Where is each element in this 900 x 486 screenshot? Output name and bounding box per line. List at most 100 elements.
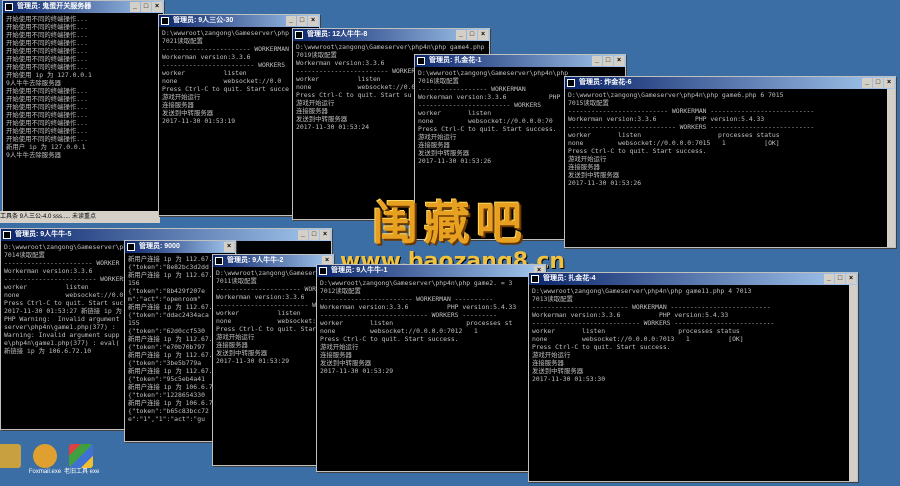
- console-line: 开始使用不同的终端操作...: [6, 15, 88, 23]
- window-title-bar[interactable]: 管理员: 9000 ×: [125, 241, 235, 253]
- window-title-bar[interactable]: 管理员: 扎金花-4 _ □ ×: [529, 273, 857, 285]
- minimize-button[interactable]: _: [824, 274, 834, 284]
- desktop-icon-foxmail[interactable]: Foxmail.exe: [28, 444, 62, 476]
- toolbox-icon: [69, 444, 93, 468]
- desktop-icon-label: Foxmail.exe: [28, 469, 62, 475]
- minimize-button[interactable]: _: [286, 16, 296, 26]
- close-button[interactable]: ×: [152, 2, 162, 12]
- console-line: 7011读取配置: [216, 277, 257, 285]
- window-title-bar[interactable]: 管理员: 炸金花-6 _ □ ×: [565, 77, 895, 89]
- folder-icon: [0, 444, 21, 468]
- window-title: 管理员: 扎金花-4: [543, 275, 596, 282]
- console-icon: [319, 267, 327, 275]
- maximize-button[interactable]: □: [297, 16, 307, 26]
- console-icon: [127, 243, 135, 251]
- console-line: none websocket://0.0.0.0:7012 1: [320, 327, 478, 335]
- console-line: 游戏开始运行: [216, 333, 255, 341]
- maximize-button[interactable]: □: [309, 230, 319, 240]
- console-line: 开始使用不同的终端操作...: [6, 31, 88, 39]
- window-title: 管理员: 9人牛牛-1: [331, 267, 388, 274]
- console-line: 开始使用不同的终端操作...: [6, 111, 88, 119]
- console-line: ------------------------ WORKERMAN -----…: [320, 295, 494, 303]
- scrollbar[interactable]: [887, 89, 895, 247]
- console-line: D:\wwwroot\zangong\Gameserver\php: [216, 269, 334, 277]
- console-window-5[interactable]: 管理员: 炸金花-6 _ □ × D:\wwwroot\zangong\Gameser…: [564, 76, 896, 248]
- console-line: ---------------------------- WORKERS ---…: [320, 311, 497, 319]
- minimize-button[interactable]: _: [862, 78, 872, 88]
- console-line: 2017-11-30 01:53:26: [568, 179, 642, 187]
- console-line: 开始使用不同的终端操作...: [6, 127, 88, 135]
- console-output: D:\wwwroot\zangong\Gameserver\php4n\php …: [317, 277, 545, 377]
- console-line: 发送到中转服务器: [532, 367, 584, 375]
- console-line: D:\wwwroot\zangong\Gameserver\php4n\php …: [568, 91, 784, 99]
- close-button[interactable]: ×: [320, 230, 330, 240]
- console-line: 7012读取配置: [320, 287, 361, 295]
- watermark: 闺藏吧 www.baozang8.cn: [340, 196, 565, 274]
- window-title: 管理员: 9人牛牛-5: [15, 231, 72, 238]
- console-line: 游戏开始运行: [568, 155, 607, 163]
- window-title-bar[interactable]: 管理员: 鬼蛋开关服务器 _ □ ×: [3, 1, 163, 13]
- close-button[interactable]: ×: [478, 30, 488, 40]
- console-icon: [417, 57, 425, 65]
- console-line: 开始使用不同的终端操作...: [6, 87, 88, 95]
- close-button[interactable]: ×: [846, 274, 856, 284]
- maximize-button[interactable]: □: [603, 56, 613, 66]
- console-line: 新用户 ip 为 127.0.0.1: [6, 143, 86, 151]
- maximize-button[interactable]: □: [467, 30, 477, 40]
- console-line: -------------------------- WORKERMAN ---…: [568, 107, 815, 115]
- console-line: 2017-11-30 01:53:30: [532, 375, 606, 383]
- console-line: Press Ctrl-C to quit. Start success.: [568, 147, 707, 155]
- console-line: D:\wwwroot\zangong\Gameserver\php4n\php …: [296, 43, 490, 51]
- console-line: D:\wwwroot\zangong\Gameserver\php4n\php …: [532, 287, 752, 295]
- window-title: 管理员: 9000: [139, 243, 180, 250]
- console-line: none websocket://0.0.0.0:7013 1 [OK]: [532, 335, 744, 343]
- console-line: ---------------------- WORKERMAN: [216, 285, 334, 293]
- window-title: 管理员: 扎金花-1: [429, 57, 482, 64]
- console-line: 2017-11-30 01:53:29: [216, 357, 290, 365]
- console-line: Workerman version:3.3.6: [216, 293, 305, 301]
- window-title-bar[interactable]: 管理员: 12人牛牛-8 _ □ ×: [293, 29, 489, 41]
- console-line: worker listen processes status: [568, 131, 780, 139]
- console-line: worker listen processes status: [532, 327, 740, 335]
- console-icon: [3, 231, 11, 239]
- desktop-icon-label: 老旧工具 exe: [64, 469, 100, 475]
- console-window-1[interactable]: 管理员: 鬼蛋开关服务器 _ □ × 开始使用不同的终端操作... 开始使用不同的终端操…: [2, 0, 164, 214]
- console-icon: [215, 257, 223, 265]
- close-button[interactable]: ×: [224, 242, 234, 252]
- maximize-button[interactable]: □: [873, 78, 883, 88]
- close-button[interactable]: ×: [614, 56, 624, 66]
- console-line: 开始使用不同的终端操作...: [6, 119, 88, 127]
- console-line: Press Ctrl-C to quit. Start success.: [320, 335, 459, 343]
- console-window-10[interactable]: 管理员: 扎金花-4 _ □ × D:\wwwroot\zangong\Gameser…: [528, 272, 858, 482]
- window-title-bar[interactable]: 管理员: 扎金花-1 _ □ ×: [415, 55, 625, 67]
- scrollbar[interactable]: [849, 285, 857, 481]
- close-button[interactable]: ×: [884, 78, 894, 88]
- console-line: 游戏开始运行: [320, 343, 359, 351]
- window-title-bar[interactable]: 管理员: 9人三公-30 _ □ ×: [159, 15, 319, 27]
- foxmail-icon: [33, 444, 57, 468]
- minimize-button[interactable]: _: [130, 2, 140, 12]
- desktop-icon-folder[interactable]: [0, 444, 26, 468]
- minimize-button[interactable]: _: [298, 230, 308, 240]
- window-title-bar[interactable]: 管理员: 9人牛牛-1 ×: [317, 265, 545, 277]
- window-title: 管理员: 9人三公-30: [173, 17, 234, 24]
- console-line: 发送到中转服务器: [320, 359, 372, 367]
- console-line: 9人牛牛去除服务器: [6, 151, 61, 159]
- minimize-button[interactable]: _: [456, 30, 466, 40]
- console-line: worker listen processes st: [320, 319, 513, 327]
- console-window-9[interactable]: 管理员: 9人牛牛-1 × D:\wwwroot\zangong\Gameserv…: [316, 264, 546, 472]
- maximize-button[interactable]: □: [835, 274, 845, 284]
- minimize-button[interactable]: _: [592, 56, 602, 66]
- console-line: 开始使用不同的终端操作...: [6, 103, 88, 111]
- desktop-icon-tool[interactable]: 老旧工具 exe: [64, 444, 100, 476]
- close-button[interactable]: ×: [308, 16, 318, 26]
- maximize-button[interactable]: □: [141, 2, 151, 12]
- watermark-logo: 闺藏吧: [372, 196, 528, 250]
- console-line: 开始使用 ip 为 127.0.0.1: [6, 71, 92, 79]
- console-line: none websocket://0.0: [216, 317, 334, 325]
- console-icon: [567, 79, 575, 87]
- console-icon: [161, 17, 169, 25]
- console-line: 开始使用不同的终端操作...: [6, 39, 88, 47]
- window-title: 管理员: 9人牛牛-2: [227, 257, 284, 264]
- window-title-bar[interactable]: 管理员: 9人牛牛-2 ×: [213, 255, 333, 267]
